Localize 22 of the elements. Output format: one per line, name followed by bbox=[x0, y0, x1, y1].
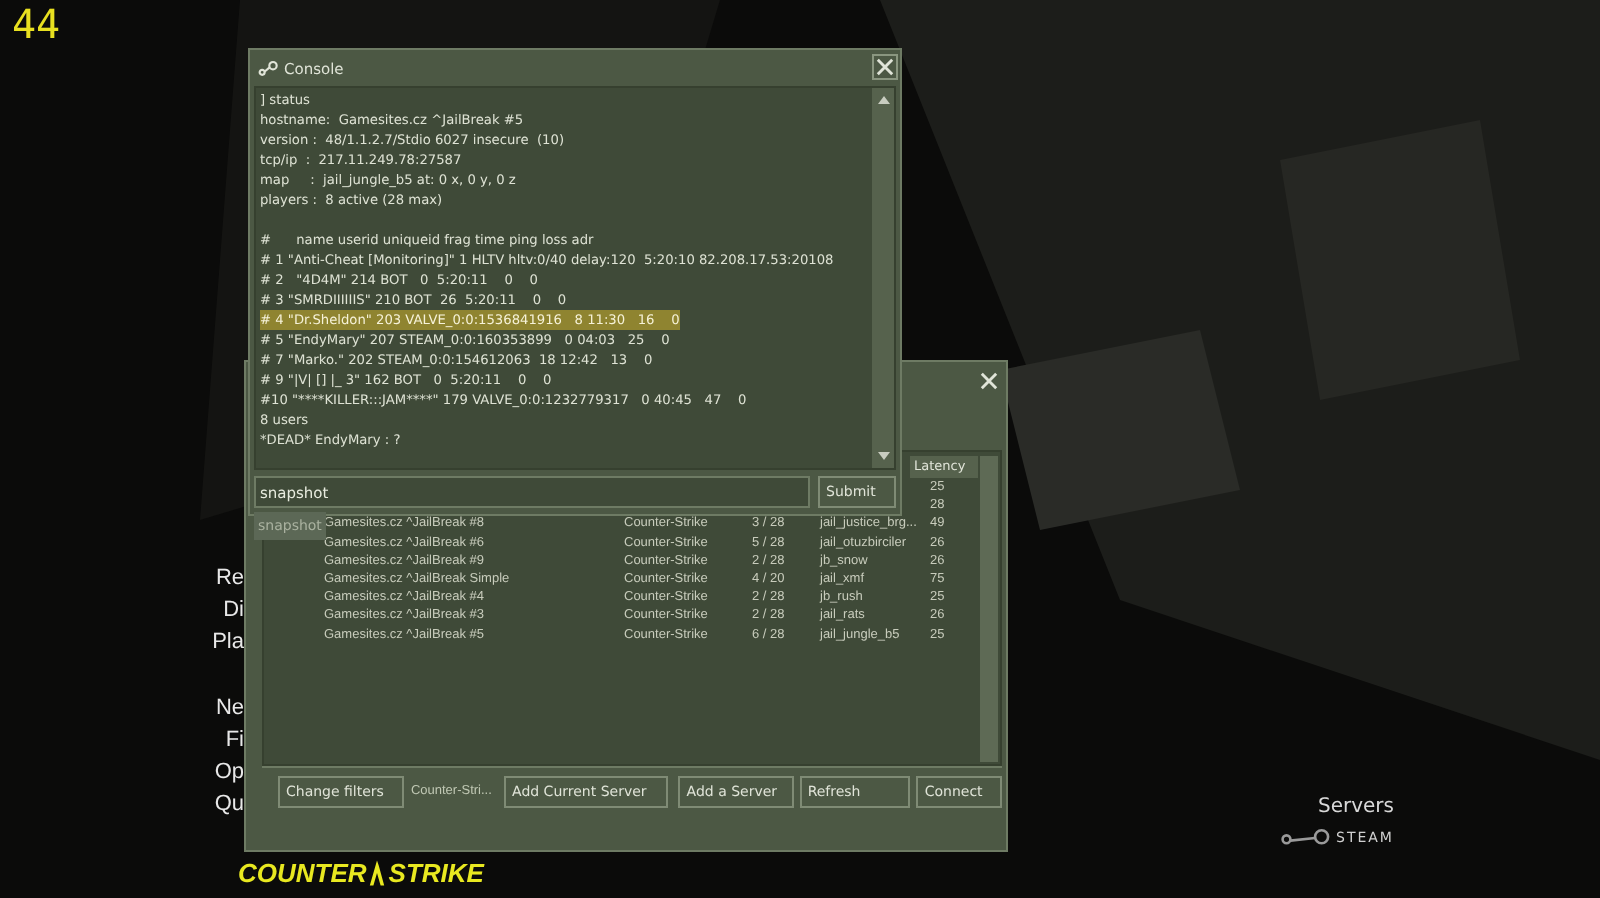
logo-text: COUNTER bbox=[238, 860, 367, 886]
down-arrow-icon bbox=[875, 448, 891, 464]
close-button[interactable] bbox=[872, 54, 898, 80]
scrollbar[interactable] bbox=[980, 456, 998, 762]
fps-counter: 44 bbox=[12, 4, 61, 44]
scrollbar[interactable] bbox=[872, 88, 894, 468]
menu-item[interactable]: Op bbox=[214, 756, 244, 788]
servers-label[interactable]: Servers bbox=[1317, 796, 1394, 818]
figure-icon bbox=[368, 860, 387, 886]
menu-item[interactable]: Fi bbox=[225, 724, 244, 756]
menu-item[interactable]: Qu bbox=[214, 788, 244, 820]
close-button[interactable] bbox=[978, 370, 1004, 396]
close-icon bbox=[980, 372, 998, 390]
steam-logo-icon bbox=[1280, 826, 1332, 850]
menu-item[interactable]: Pla bbox=[212, 626, 244, 658]
logo-text: STRIKE bbox=[388, 860, 484, 886]
up-arrow-icon bbox=[875, 92, 891, 108]
menu-item[interactable]: Re bbox=[215, 562, 244, 594]
menu-item[interactable]: Di bbox=[223, 594, 244, 626]
close-icon bbox=[876, 58, 894, 76]
steam-icon bbox=[258, 59, 278, 77]
menu-item[interactable]: Ne bbox=[215, 692, 244, 724]
